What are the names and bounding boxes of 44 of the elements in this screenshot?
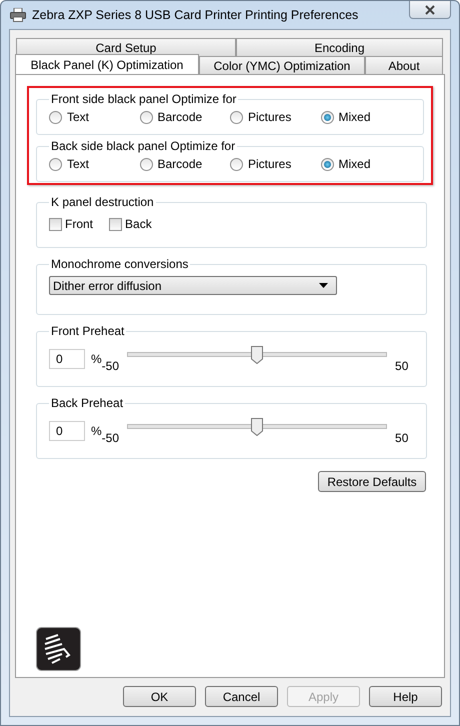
group-title: Front Preheat <box>50 324 126 338</box>
tab[interactable]: Color (YMC) Optimization <box>199 56 365 74</box>
zebra-logo-icon <box>36 627 81 671</box>
tab[interactable]: Encoding <box>236 38 443 56</box>
group-title: Back Preheat <box>50 396 124 410</box>
group-title: Front side black panel Optimize for <box>50 92 238 106</box>
radio-option[interactable]: Mixed <box>320 157 411 171</box>
slider[interactable] <box>127 418 388 436</box>
window-title: Zebra ZXP Series 8 USB Card Printer Printing Preferences <box>32 8 358 22</box>
restore-defaults-button[interactable]: Restore Defaults <box>318 471 426 492</box>
slider[interactable] <box>127 346 388 364</box>
tab[interactable]: About <box>365 56 443 74</box>
tab[interactable]: Black Panel (K) Optimization <box>15 54 199 74</box>
slider-thumb[interactable] <box>251 346 264 364</box>
radio-option[interactable]: Barcode <box>140 110 230 124</box>
unit-label: % <box>91 352 102 366</box>
unit-label: % <box>91 424 102 438</box>
checkbox-option[interactable]: Front <box>49 217 94 231</box>
radio-option[interactable]: Text <box>49 110 140 124</box>
radio-option[interactable]: Pictures <box>230 157 320 171</box>
max-label: 50 <box>395 359 408 373</box>
radio-option[interactable]: Mixed <box>320 110 411 124</box>
max-label: 50 <box>395 431 408 445</box>
tab[interactable]: Card Setup <box>16 38 236 56</box>
radio-option[interactable]: Barcode <box>140 157 230 171</box>
caret-icon <box>319 283 328 288</box>
radio-option[interactable]: Pictures <box>230 110 320 124</box>
close-icon <box>424 4 436 14</box>
value-input[interactable]: 0 <box>49 349 85 369</box>
group-title: Monochrome conversions <box>50 257 190 271</box>
value-input[interactable]: 0 <box>49 421 85 441</box>
min-label: -50 <box>102 359 120 373</box>
close-button[interactable] <box>409 1 451 19</box>
conversion-dropdown[interactable]: Dither error diffusion <box>49 276 337 295</box>
printer-icon <box>10 8 26 22</box>
group-title: Back side black panel Optimize for <box>50 139 236 153</box>
group-title: K panel destruction <box>50 195 155 209</box>
dialog-button[interactable]: Help <box>369 686 442 707</box>
radio-option[interactable]: Text <box>49 157 140 171</box>
slider-thumb[interactable] <box>251 418 264 436</box>
dialog-button[interactable]: Cancel <box>205 686 278 707</box>
dialog-button[interactable]: OK <box>123 686 196 707</box>
checkbox-option[interactable]: Back <box>109 217 152 231</box>
min-label: -50 <box>102 431 120 445</box>
